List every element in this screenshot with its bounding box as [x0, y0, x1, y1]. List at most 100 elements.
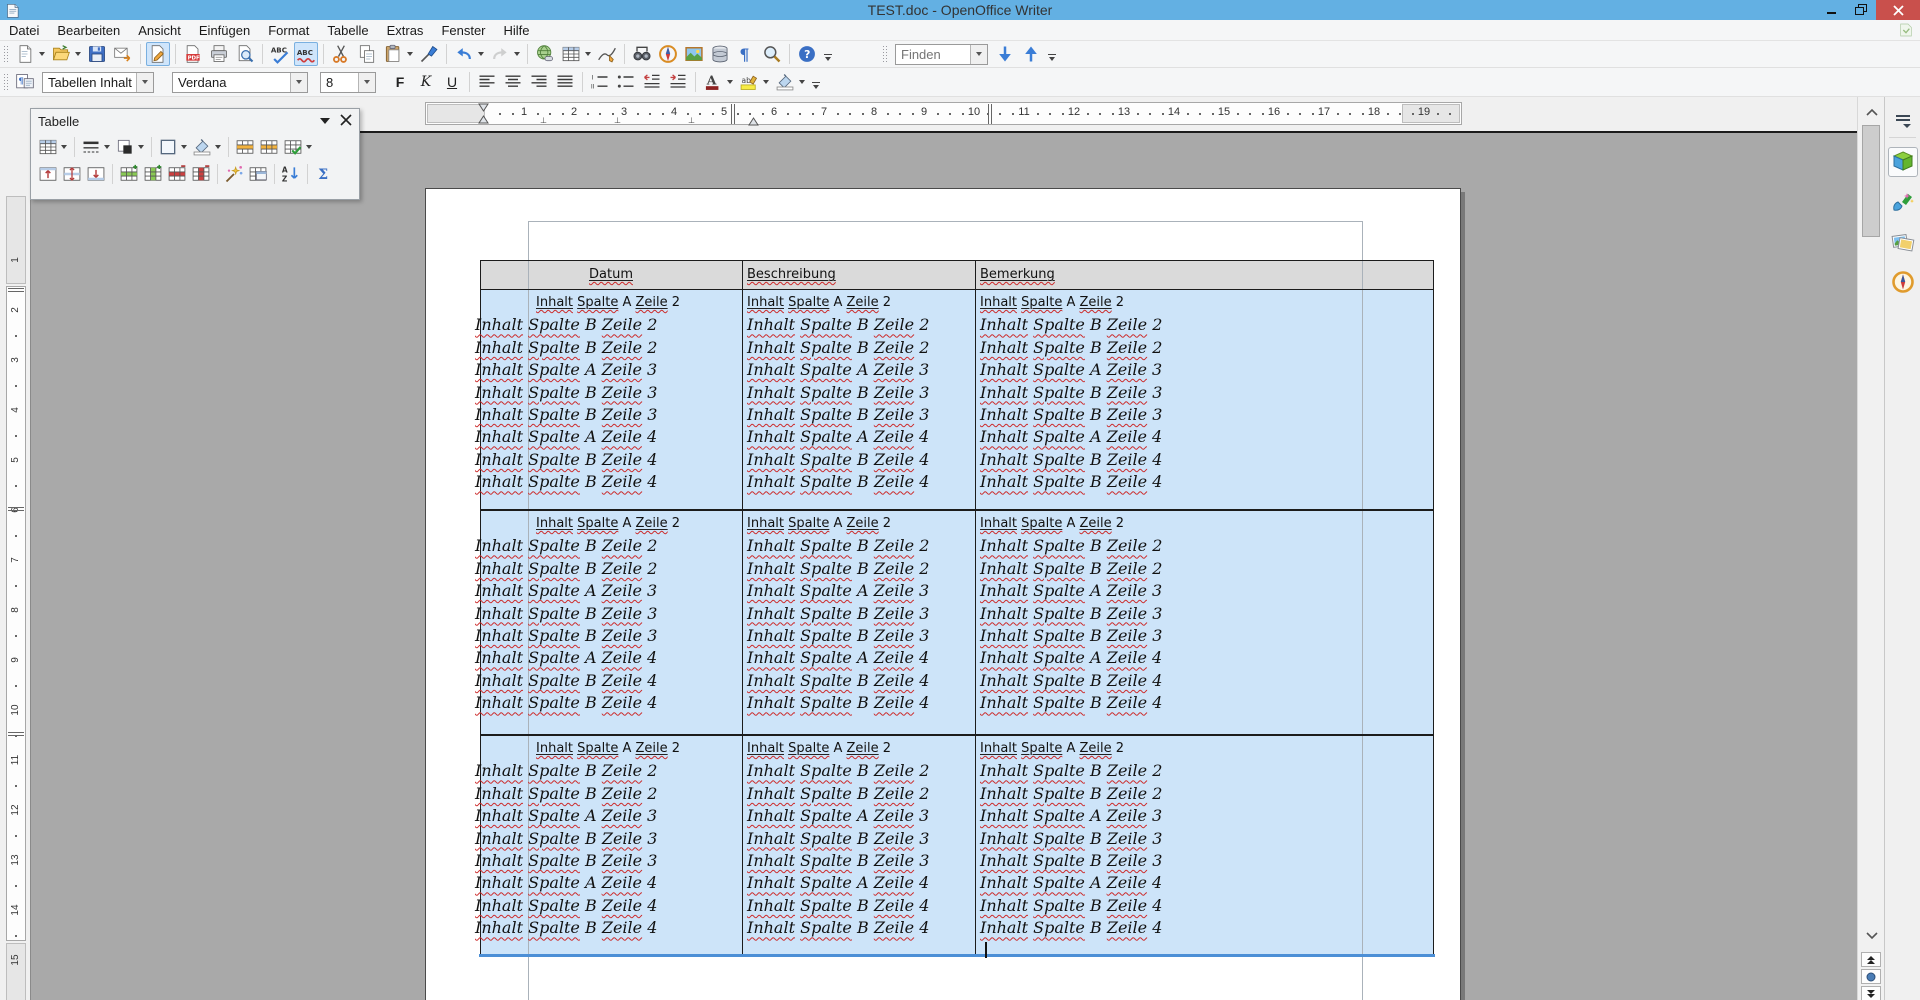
vertical-scrollbar[interactable]: [1857, 97, 1884, 1000]
undo-button[interactable]: [452, 42, 476, 66]
find-previous-button[interactable]: [1019, 42, 1043, 66]
save-button[interactable]: [85, 42, 109, 66]
optimize-button[interactable]: [281, 134, 305, 159]
indent-markers[interactable]: [478, 103, 489, 129]
find-next-button[interactable]: [993, 42, 1017, 66]
close-button[interactable]: [1876, 0, 1920, 20]
open-dropdown[interactable]: [75, 52, 81, 56]
highlighting-button[interactable]: ab: [737, 70, 761, 94]
table-cell[interactable]: Inhalt Spalte A Zeile 2Inhalt Spalte B Z…: [975, 510, 1434, 735]
insert-table-button[interactable]: [36, 134, 60, 159]
menu-einf-gen[interactable]: Einfügen: [190, 21, 259, 40]
numbered-list-button[interactable]: III: [588, 70, 612, 94]
toolbar-gripper[interactable]: [3, 45, 8, 63]
borders-dropdown[interactable]: [181, 145, 187, 149]
menu-ansicht[interactable]: Ansicht: [129, 21, 190, 40]
email-button[interactable]: [111, 42, 135, 66]
styles-panel-button[interactable]: ¶: [13, 70, 37, 94]
cut-button[interactable]: [329, 42, 353, 66]
table-cell[interactable]: Inhalt Spalte A Zeile 2Inhalt Spalte B Z…: [480, 510, 742, 735]
menu-extras[interactable]: Extras: [378, 21, 433, 40]
formatting-toolbar-overflow-button[interactable]: [812, 82, 820, 89]
row-insert-button[interactable]: [117, 161, 141, 186]
gallery-button[interactable]: [682, 42, 706, 66]
border-color-button[interactable]: [113, 134, 137, 159]
align-cell-bottom-button[interactable]: [84, 161, 108, 186]
document-page[interactable]: DatumBeschreibungBemerkungInhalt Spalte …: [425, 188, 1461, 1000]
menu-hilfe[interactable]: Hilfe: [495, 21, 539, 40]
formatting-toolbar-gripper[interactable]: [3, 73, 8, 91]
hyperlink-button[interactable]: [533, 42, 557, 66]
format-paintbrush-button[interactable]: [417, 42, 441, 66]
paste-dropdown[interactable]: [407, 52, 413, 56]
page-preview-button[interactable]: [233, 42, 257, 66]
align-justify-button[interactable]: [553, 70, 577, 94]
palette-close-icon[interactable]: [340, 113, 352, 129]
palette-collapse-icon[interactable]: [320, 118, 330, 124]
sidebar-navigator-compass-icon[interactable]: [1888, 267, 1918, 297]
background-color-dropdown[interactable]: [215, 145, 221, 149]
underline-button[interactable]: U: [440, 70, 464, 94]
draw-functions-button[interactable]: [595, 42, 619, 66]
print-button[interactable]: [207, 42, 231, 66]
borders-button[interactable]: [156, 134, 180, 159]
italic-button[interactable]: K: [414, 70, 438, 94]
insert-table-dropdown[interactable]: [61, 145, 67, 149]
minimize-button[interactable]: [1816, 0, 1846, 20]
previous-page-button[interactable]: [1861, 952, 1881, 967]
split-cells-button[interactable]: [257, 134, 281, 159]
sum-button[interactable]: Σ: [312, 161, 336, 186]
autoformat-button[interactable]: [222, 161, 246, 186]
table-palette-titlebar[interactable]: Tabelle: [31, 109, 359, 133]
border-color-dropdown[interactable]: [138, 145, 144, 149]
sidebar-properties-icon[interactable]: [1888, 147, 1918, 177]
line-style-dropdown[interactable]: [104, 145, 110, 149]
table-cell[interactable]: Inhalt Spalte A Zeile 2Inhalt Spalte B Z…: [742, 510, 975, 735]
optimize-dropdown[interactable]: [306, 145, 312, 149]
table-cell[interactable]: Inhalt Spalte A Zeile 2Inhalt Spalte B Z…: [742, 735, 975, 955]
table-cell[interactable]: Inhalt Spalte A Zeile 2Inhalt Spalte B Z…: [975, 735, 1434, 955]
font-color-button[interactable]: A: [701, 70, 725, 94]
align-center-button[interactable]: [501, 70, 525, 94]
insert-table-button[interactable]: [559, 42, 583, 66]
navigation-button[interactable]: [1861, 969, 1881, 984]
sidebar-styles-icon[interactable]: [1888, 187, 1918, 217]
find-toolbar-gripper[interactable]: [882, 45, 887, 63]
insert-table-dropdown[interactable]: [585, 52, 591, 56]
edit-file-button[interactable]: [146, 42, 170, 66]
merge-cells-button[interactable]: [233, 134, 257, 159]
navigator-button[interactable]: [656, 42, 680, 66]
sidebar-menu-icon[interactable]: [1888, 105, 1918, 135]
help-button[interactable]: ?: [795, 42, 819, 66]
scrollbar-thumb[interactable]: [1862, 125, 1880, 237]
scroll-down-button[interactable]: [1858, 925, 1885, 946]
sidebar-gallery-photos-icon[interactable]: [1888, 227, 1918, 257]
find-dropdown-button[interactable]: [970, 45, 987, 64]
table-cell[interactable]: Inhalt Spalte A Zeile 2Inhalt Spalte B Z…: [480, 289, 742, 510]
restore-button[interactable]: [1846, 0, 1876, 20]
data-sources-button[interactable]: [708, 42, 732, 66]
font-name-combobox[interactable]: Verdana: [172, 72, 308, 93]
find-toolbar-overflow-button[interactable]: [1048, 54, 1056, 61]
increase-indent-button[interactable]: [666, 70, 690, 94]
toolbar-overflow-button[interactable]: [824, 54, 832, 61]
spellcheck-button[interactable]: ABC: [268, 42, 292, 66]
right-indent-marker[interactable]: [748, 113, 759, 131]
background-color-dropdown[interactable]: [799, 80, 805, 84]
open-button[interactable]: [49, 42, 73, 66]
menu-tabelle[interactable]: Tabelle: [318, 21, 377, 40]
new-button[interactable]: [13, 42, 37, 66]
line-style-button[interactable]: [79, 134, 103, 159]
redo-button[interactable]: [488, 42, 512, 66]
table-properties-button[interactable]: [246, 161, 270, 186]
menu-fenster[interactable]: Fenster: [432, 21, 494, 40]
find-input[interactable]: [896, 45, 970, 64]
undo-dropdown[interactable]: [478, 52, 484, 56]
column-insert-button[interactable]: [141, 161, 165, 186]
vertical-ruler[interactable]: 123456789101112131415: [6, 196, 26, 1000]
background-color-button[interactable]: [773, 70, 797, 94]
paragraph-style-combobox[interactable]: Tabellen Inhalt: [42, 72, 154, 93]
font-size-combobox[interactable]: 8: [320, 72, 376, 93]
menu-format[interactable]: Format: [259, 21, 318, 40]
document-status-icon[interactable]: [1898, 22, 1914, 38]
